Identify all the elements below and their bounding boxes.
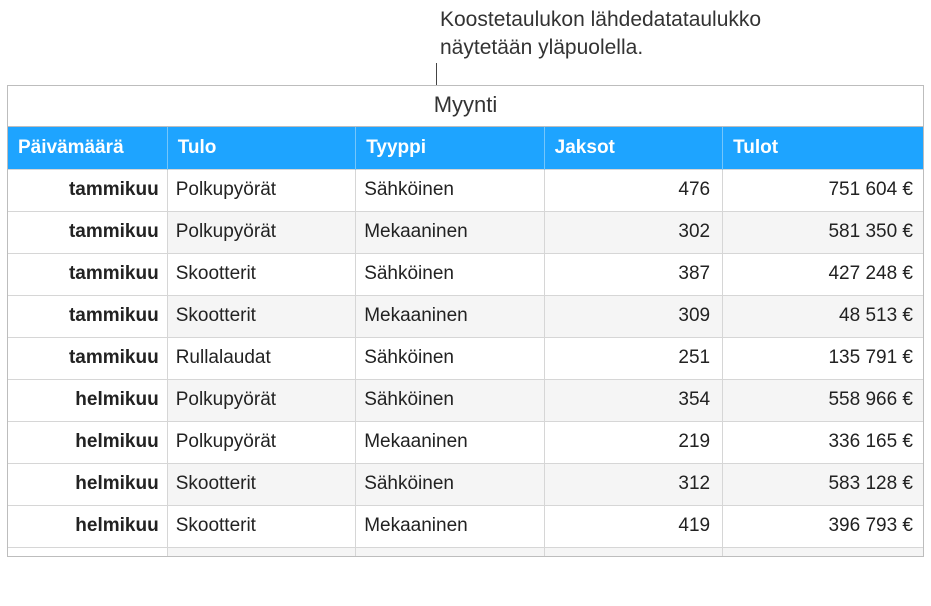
data-table: Päivämäärä Tulo Tyyppi Jaksot Tulot tamm… xyxy=(8,127,923,556)
cell-periods: 312 xyxy=(544,463,722,505)
table-row: helmikuuSkootteritSähköinen312583 128 € xyxy=(8,463,923,505)
cell-periods: 251 xyxy=(544,337,722,379)
cell-type: Sähköinen xyxy=(356,253,544,295)
cell-income: Skootterit xyxy=(167,505,355,547)
cell-income: Skootterit xyxy=(167,295,355,337)
header-row: Päivämäärä Tulo Tyyppi Jaksot Tulot xyxy=(8,127,923,170)
cell-income: Polkupyörät xyxy=(167,379,355,421)
cell-revenue: 396 793 € xyxy=(723,505,923,547)
cell-periods: 419 xyxy=(544,505,722,547)
table-row: tammikuuPolkupyörätSähköinen476751 604 € xyxy=(8,169,923,211)
header-date: Päivämäärä xyxy=(8,127,167,170)
cell-type: Sähköinen xyxy=(356,379,544,421)
callout-text: Koostetaulukon lähdedatataulukko näytetä… xyxy=(440,6,931,63)
cell-periods: 354 xyxy=(544,379,722,421)
cell-revenue: 581 350 € xyxy=(723,211,923,253)
cell-type: Mekaaninen xyxy=(356,295,544,337)
cell-date: helmikuu xyxy=(8,505,167,547)
cell-revenue: 583 128 € xyxy=(723,463,923,505)
cell-income: Skootterit xyxy=(167,463,355,505)
cell-type: Mekaaninen xyxy=(356,505,544,547)
callout-leader-wrap xyxy=(0,63,931,85)
cell-type: Sähköinen xyxy=(356,169,544,211)
table-row: helmikuuPolkupyörätSähköinen354558 966 € xyxy=(8,379,923,421)
cell-periods: 309 xyxy=(544,295,722,337)
cell-type: Mekaaninen xyxy=(356,421,544,463)
cell-empty xyxy=(723,547,923,556)
table-row: tammikuuSkootteritSähköinen387427 248 € xyxy=(8,253,923,295)
header-type: Tyyppi xyxy=(356,127,544,170)
table-row xyxy=(8,547,923,556)
cell-empty xyxy=(356,547,544,556)
table-row: helmikuuSkootteritMekaaninen419396 793 € xyxy=(8,505,923,547)
cell-periods: 476 xyxy=(544,169,722,211)
cell-periods: 302 xyxy=(544,211,722,253)
table-row: tammikuuRullalaudatSähköinen251135 791 € xyxy=(8,337,923,379)
table-row: tammikuuPolkupyörätMekaaninen302581 350 … xyxy=(8,211,923,253)
cell-periods: 387 xyxy=(544,253,722,295)
cell-empty xyxy=(544,547,722,556)
cell-revenue: 336 165 € xyxy=(723,421,923,463)
cell-date: tammikuu xyxy=(8,337,167,379)
table-title: Myynti xyxy=(8,86,923,127)
cell-revenue: 135 791 € xyxy=(723,337,923,379)
cell-income: Skootterit xyxy=(167,253,355,295)
cell-revenue: 558 966 € xyxy=(723,379,923,421)
cell-revenue: 427 248 € xyxy=(723,253,923,295)
cell-date: helmikuu xyxy=(8,421,167,463)
cell-type: Sähköinen xyxy=(356,337,544,379)
cell-revenue: 48 513 € xyxy=(723,295,923,337)
callout-line-1: Koostetaulukon lähdedatataulukko xyxy=(440,8,761,31)
cell-revenue: 751 604 € xyxy=(723,169,923,211)
header-periods: Jaksot xyxy=(544,127,722,170)
cell-type: Sähköinen xyxy=(356,463,544,505)
cell-type: Mekaaninen xyxy=(356,211,544,253)
header-income: Tulo xyxy=(167,127,355,170)
cell-date: tammikuu xyxy=(8,253,167,295)
cell-date: helmikuu xyxy=(8,379,167,421)
cell-empty xyxy=(167,547,355,556)
source-data-table: Myynti Päivämäärä Tulo Tyyppi Jaksot Tul… xyxy=(7,85,924,557)
cell-income: Polkupyörät xyxy=(167,421,355,463)
table-row: tammikuuSkootteritMekaaninen30948 513 € xyxy=(8,295,923,337)
cell-income: Rullalaudat xyxy=(167,337,355,379)
callout-line-2: näytetään yläpuolella. xyxy=(440,36,643,59)
cell-empty xyxy=(8,547,167,556)
cell-date: tammikuu xyxy=(8,211,167,253)
cell-income: Polkupyörät xyxy=(167,211,355,253)
cell-date: tammikuu xyxy=(8,169,167,211)
cell-periods: 219 xyxy=(544,421,722,463)
callout-leader-line xyxy=(436,63,437,85)
cell-date: tammikuu xyxy=(8,295,167,337)
cell-income: Polkupyörät xyxy=(167,169,355,211)
table-row: helmikuuPolkupyörätMekaaninen219336 165 … xyxy=(8,421,923,463)
header-revenue: Tulot xyxy=(723,127,923,170)
cell-date: helmikuu xyxy=(8,463,167,505)
